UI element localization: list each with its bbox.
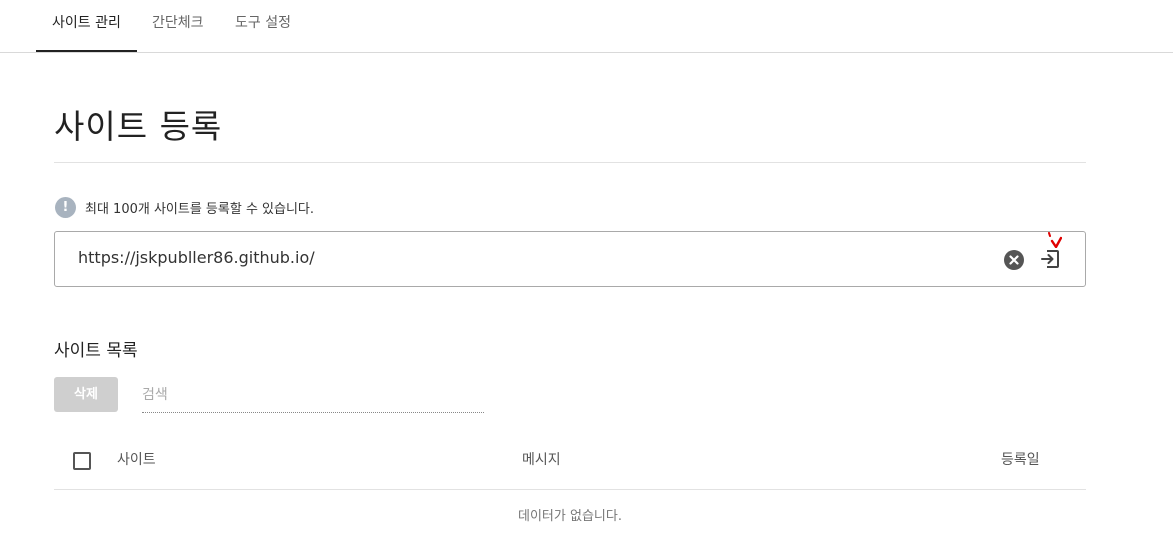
notice-text: 최대 100개 사이트를 등록할 수 있습니다.: [85, 201, 315, 217]
site-list-title: 사이트 목록: [54, 341, 138, 361]
tab-quick-check[interactable]: 간단체크: [152, 0, 204, 52]
search-input[interactable]: [142, 377, 484, 413]
site-url-field[interactable]: https://jskpubller86.github.io/: [54, 231, 1086, 287]
tab-site-management[interactable]: 사이트 관리: [36, 0, 137, 52]
column-header-registered-date[interactable]: 등록일: [1001, 432, 1040, 489]
title-divider: [54, 162, 1086, 163]
exclamation-icon: !: [55, 196, 76, 218]
empty-state-message: 데이터가 없습니다.: [518, 509, 622, 524]
notice: ! 최대 100개 사이트를 등록할 수 있습니다.: [55, 196, 314, 218]
site-url-value[interactable]: https://jskpubller86.github.io/: [78, 232, 315, 286]
column-header-message[interactable]: 메시지: [522, 432, 561, 489]
login-arrow-icon[interactable]: [1038, 247, 1062, 271]
close-circle-icon[interactable]: [1004, 250, 1024, 270]
select-all-checkbox[interactable]: [73, 452, 91, 470]
delete-button[interactable]: 삭제: [54, 377, 118, 412]
page-title: 사이트 등록: [54, 107, 223, 146]
table-header: 사이트 메시지 등록일: [54, 432, 1086, 490]
tab-tool-settings[interactable]: 도구 설정: [235, 0, 291, 52]
top-tab-bar: 사이트 관리 간단체크 도구 설정: [0, 0, 1173, 53]
column-header-site[interactable]: 사이트: [117, 432, 156, 489]
click-cursor-icon: [1048, 232, 1062, 248]
